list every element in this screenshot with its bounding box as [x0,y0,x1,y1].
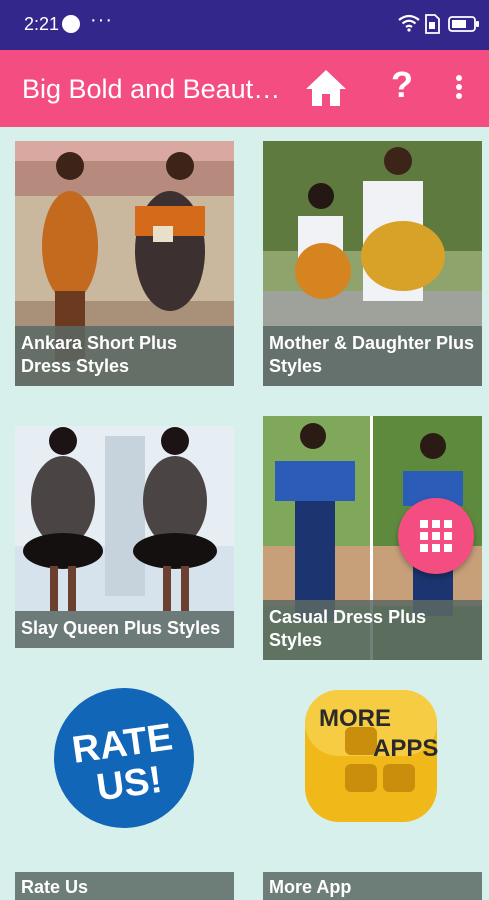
card-caption: Casual Dress Plus Styles [263,600,482,660]
card-caption: Rate Us [15,872,234,900]
card-slay-queen-plus[interactable]: Slay Queen Plus Styles [15,426,234,648]
rate-us-badge-icon: RATE US! [54,688,194,828]
more-notifications-icon: ··· [90,9,113,31]
more-apps-badge-line2: APPS [373,735,438,762]
grid-menu-button[interactable] [398,498,474,574]
overflow-menu-icon[interactable] [455,74,463,100]
notification-dot-icon [62,15,80,33]
card-caption: Slay Queen Plus Styles [15,611,234,648]
card-more-app[interactable]: MORE APPS More App [263,672,482,900]
battery-icon [448,16,479,32]
help-icon[interactable]: ? [391,64,413,106]
grid-icon [420,520,452,552]
more-apps-badge-icon: MORE APPS [305,690,438,822]
card-caption: More App [263,872,482,900]
home-icon[interactable] [304,68,348,108]
app-bar: Big Bold and Beautiful ? [0,50,489,127]
card-caption: Mother & Daughter Plus Styles [263,326,482,386]
more-apps-badge-line1: MORE [319,705,391,732]
wifi-icon [398,14,420,32]
status-bar: 2:21 ··· [0,0,489,50]
app-title: Big Bold and Beautiful [22,74,282,104]
card-rate-us[interactable]: RATE US! Rate Us [15,672,234,900]
card-caption: Ankara Short Plus Dress Styles [15,326,234,386]
card-ankara-short-plus[interactable]: Ankara Short Plus Dress Styles [15,141,234,386]
sim-card-icon [425,14,440,34]
status-time: 2:21 [24,14,60,34]
card-mother-daughter-plus[interactable]: Mother & Daughter Plus Styles [263,141,482,386]
